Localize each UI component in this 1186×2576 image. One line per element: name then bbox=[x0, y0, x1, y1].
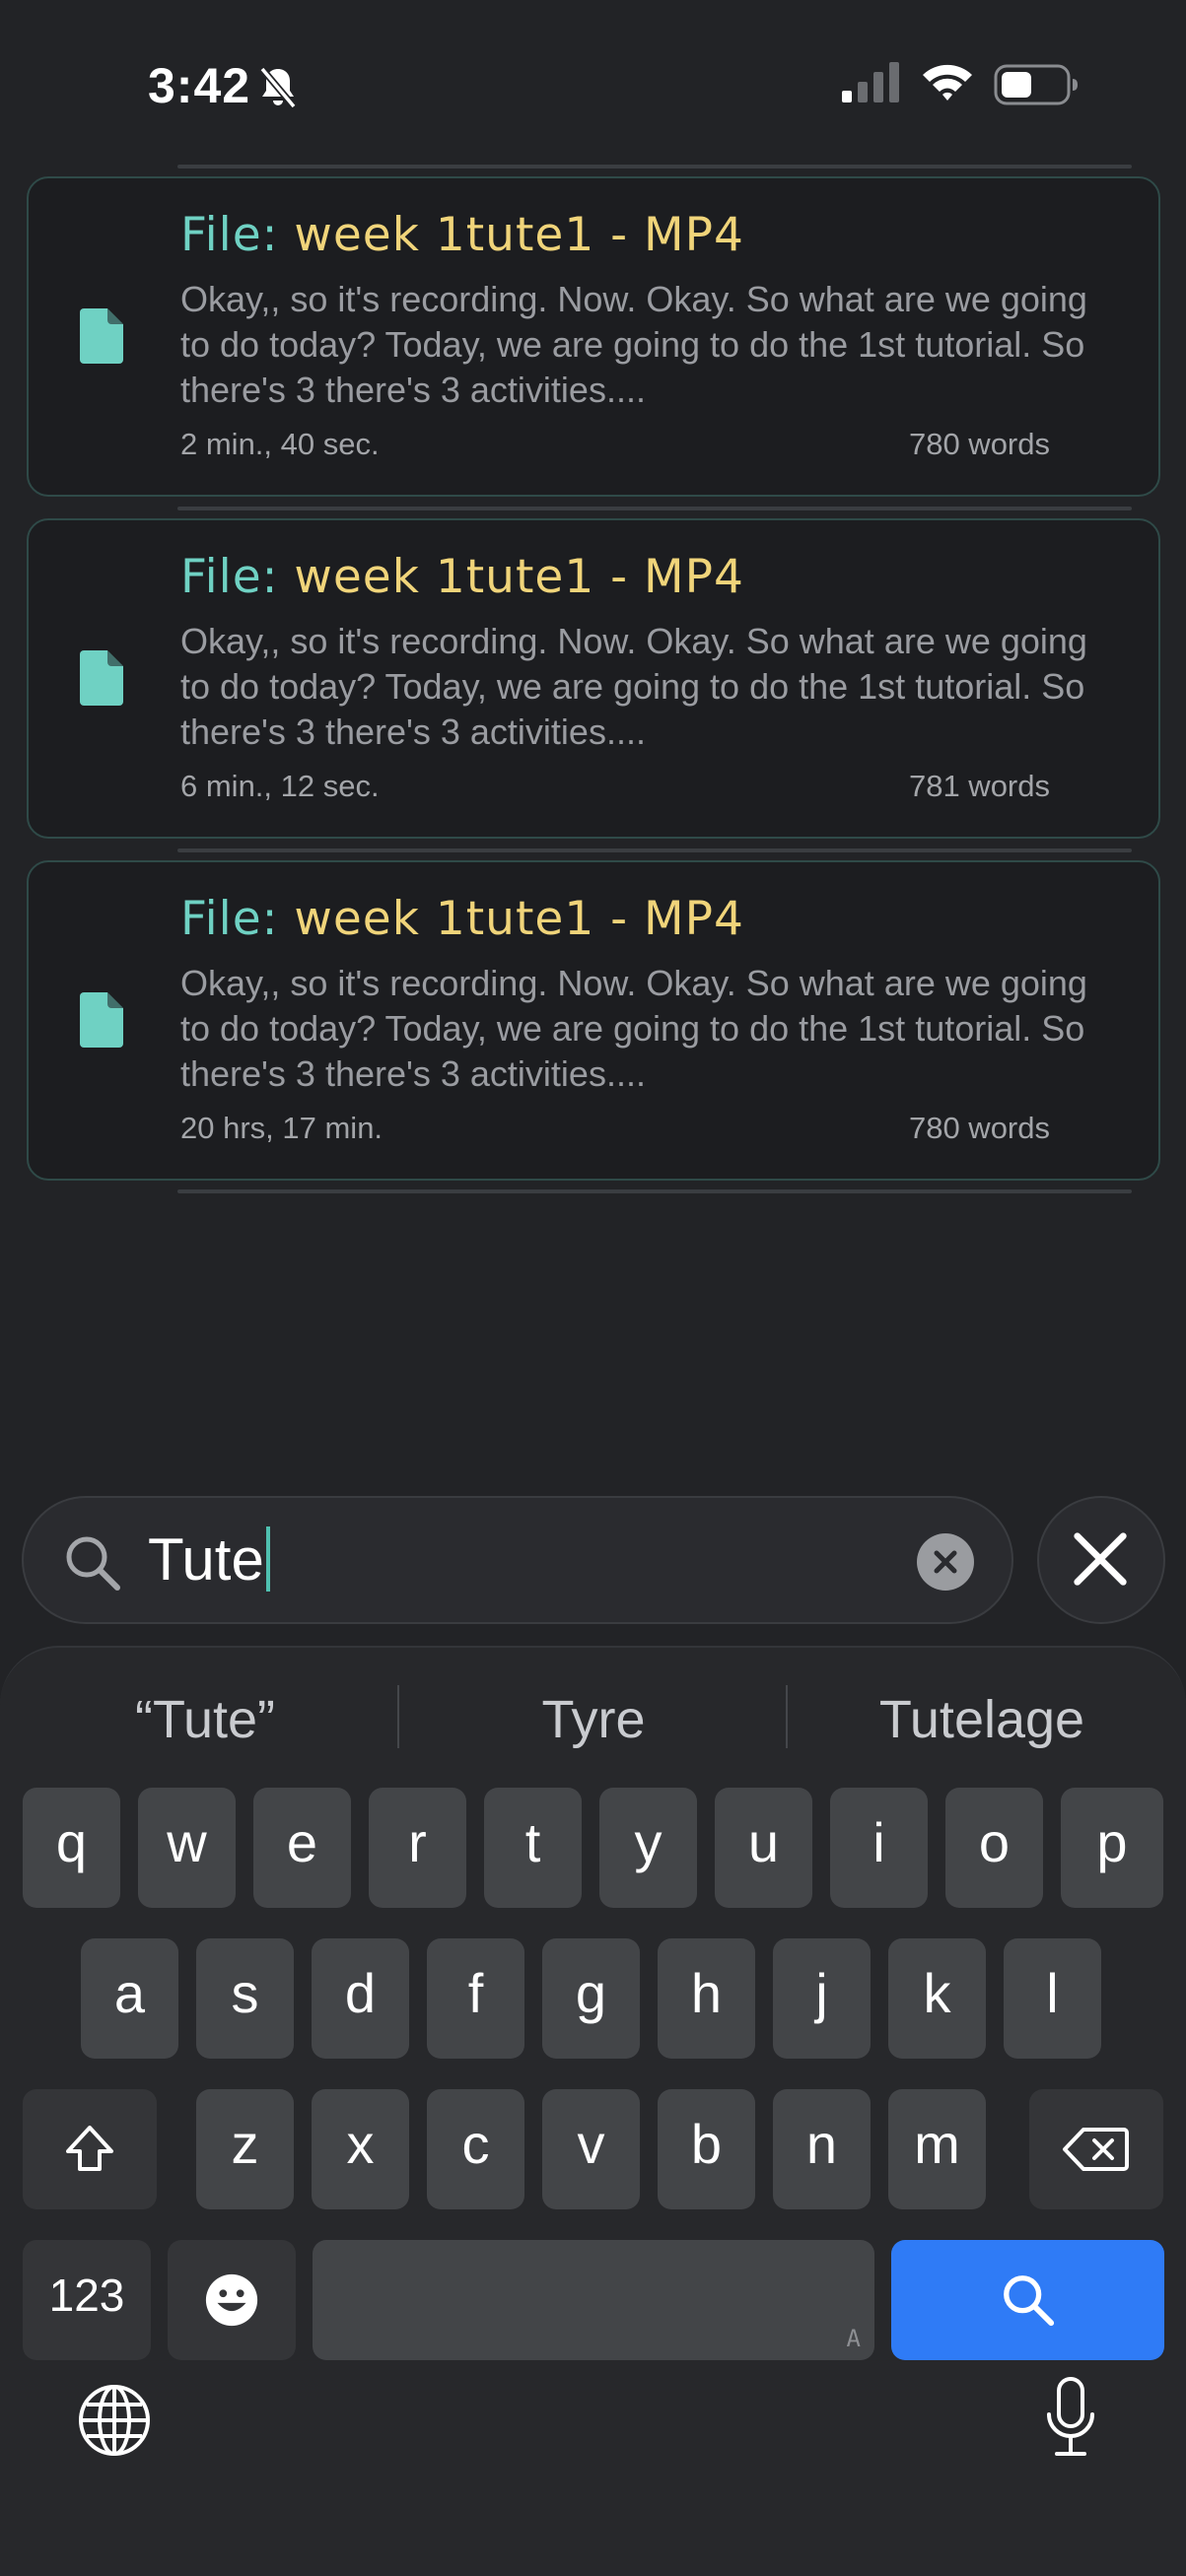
title-prefix: File: bbox=[180, 550, 295, 604]
backspace-icon bbox=[1063, 2128, 1129, 2171]
key-t[interactable]: t bbox=[484, 1788, 582, 1908]
title-prefix: File: bbox=[180, 892, 295, 946]
cellular-signal-icon bbox=[842, 62, 899, 102]
key-s[interactable]: s bbox=[196, 1938, 294, 2059]
result-word-count: 780 words bbox=[908, 427, 1050, 461]
search-icon bbox=[1003, 2275, 1054, 2327]
app-screen: 3:42 File: week 1tute1 - MP4 Okay,, so i… bbox=[0, 0, 1186, 2576]
emoji-icon bbox=[205, 2273, 258, 2327]
key-i[interactable]: i bbox=[830, 1788, 928, 1908]
divider bbox=[177, 507, 1132, 510]
suggestion-separator bbox=[786, 1685, 788, 1748]
title-prefix: File: bbox=[180, 208, 295, 262]
key-x[interactable]: x bbox=[312, 2089, 409, 2209]
title-file-name: week 1tute1 - MP4 bbox=[294, 550, 744, 604]
result-word-count: 780 words bbox=[908, 1111, 1050, 1145]
microphone-icon[interactable] bbox=[1043, 2375, 1098, 2460]
key-y[interactable]: y bbox=[599, 1788, 697, 1908]
document-icon bbox=[80, 650, 123, 706]
suggestion-2[interactable]: Tyre bbox=[416, 1689, 771, 1750]
numbers-key[interactable]: 123 bbox=[23, 2240, 151, 2360]
result-duration: 6 min., 12 sec. bbox=[180, 769, 380, 803]
result-snippet: Okay,, so it's recording. Now. Okay. So … bbox=[180, 279, 1087, 410]
key-b[interactable]: b bbox=[658, 2089, 755, 2209]
suggestion-separator bbox=[397, 1685, 399, 1748]
title-file-name: week 1tute1 - MP4 bbox=[294, 892, 744, 946]
key-r[interactable]: r bbox=[369, 1788, 466, 1908]
text-caret bbox=[265, 1526, 270, 1592]
document-icon bbox=[80, 308, 123, 364]
result-title: File: week 1tute1 - MP4 bbox=[180, 208, 744, 262]
suggestion-3[interactable]: Tutelage bbox=[804, 1689, 1159, 1750]
space-hint: A bbox=[846, 2325, 861, 2352]
search-input-value: Tute bbox=[148, 1526, 264, 1593]
emoji-key[interactable] bbox=[168, 2240, 296, 2360]
key-p[interactable]: p bbox=[1061, 1788, 1163, 1908]
key-g[interactable]: g bbox=[542, 1938, 640, 2059]
key-n[interactable]: n bbox=[773, 2089, 871, 2209]
result-duration: 2 min., 40 sec. bbox=[180, 427, 380, 461]
key-e[interactable]: e bbox=[253, 1788, 351, 1908]
key-j[interactable]: j bbox=[773, 1938, 871, 2059]
key-o[interactable]: o bbox=[945, 1788, 1043, 1908]
key-u[interactable]: u bbox=[715, 1788, 812, 1908]
key-c[interactable]: c bbox=[427, 2089, 524, 2209]
backspace-key[interactable] bbox=[1029, 2089, 1163, 2209]
suggestion-1[interactable]: “Tute” bbox=[28, 1689, 383, 1750]
status-time: 3:42 bbox=[148, 58, 251, 113]
clear-search-button[interactable] bbox=[917, 1533, 974, 1591]
title-file-name: week 1tute1 - MP4 bbox=[294, 208, 744, 262]
space-key[interactable]: A bbox=[313, 2240, 874, 2360]
divider bbox=[177, 848, 1132, 852]
divider bbox=[177, 1189, 1132, 1193]
result-card[interactable]: File: week 1tute1 - MP4 Okay,, so it's r… bbox=[27, 176, 1160, 497]
key-l[interactable]: l bbox=[1004, 1938, 1101, 2059]
search-input[interactable]: Tute bbox=[148, 1525, 270, 1593]
keyboard: “Tute” Tyre Tutelage q w e r t y u i o p… bbox=[0, 1646, 1186, 2576]
result-snippet: Okay,, so it's recording. Now. Okay. So … bbox=[180, 621, 1087, 752]
result-duration: 20 hrs, 17 min. bbox=[180, 1111, 384, 1145]
key-f[interactable]: f bbox=[427, 1938, 524, 2059]
key-v[interactable]: v bbox=[542, 2089, 640, 2209]
close-search-button[interactable] bbox=[1037, 1496, 1165, 1624]
key-q[interactable]: q bbox=[23, 1788, 120, 1908]
divider bbox=[177, 165, 1132, 169]
search-field[interactable]: Tute bbox=[22, 1496, 1013, 1624]
result-title: File: week 1tute1 - MP4 bbox=[180, 892, 744, 946]
shift-key[interactable] bbox=[23, 2089, 157, 2209]
clear-circle-icon bbox=[934, 1550, 957, 1574]
key-z[interactable]: z bbox=[196, 2089, 294, 2209]
close-icon bbox=[1074, 1532, 1127, 1586]
key-k[interactable]: k bbox=[888, 1938, 986, 2059]
result-card[interactable]: File: week 1tute1 - MP4 Okay,, so it's r… bbox=[27, 518, 1160, 839]
document-icon bbox=[80, 992, 123, 1048]
search-submit-key[interactable] bbox=[891, 2240, 1164, 2360]
result-word-count: 781 words bbox=[908, 769, 1050, 803]
wifi-icon bbox=[923, 64, 972, 101]
result-title: File: week 1tute1 - MP4 bbox=[180, 550, 744, 604]
key-d[interactable]: d bbox=[312, 1938, 409, 2059]
key-a[interactable]: a bbox=[81, 1938, 178, 2059]
result-snippet: Okay,, so it's recording. Now. Okay. So … bbox=[180, 963, 1087, 1094]
status-bar: 3:42 bbox=[0, 0, 1186, 168]
bell-slash-icon bbox=[259, 66, 297, 109]
battery-icon bbox=[994, 64, 1078, 105]
search-icon bbox=[66, 1536, 120, 1591]
result-card[interactable]: File: week 1tute1 - MP4 Okay,, so it's r… bbox=[27, 860, 1160, 1181]
shift-icon bbox=[66, 2126, 113, 2171]
globe-icon[interactable] bbox=[77, 2383, 152, 2458]
key-h[interactable]: h bbox=[658, 1938, 755, 2059]
key-m[interactable]: m bbox=[888, 2089, 986, 2209]
key-w[interactable]: w bbox=[138, 1788, 236, 1908]
